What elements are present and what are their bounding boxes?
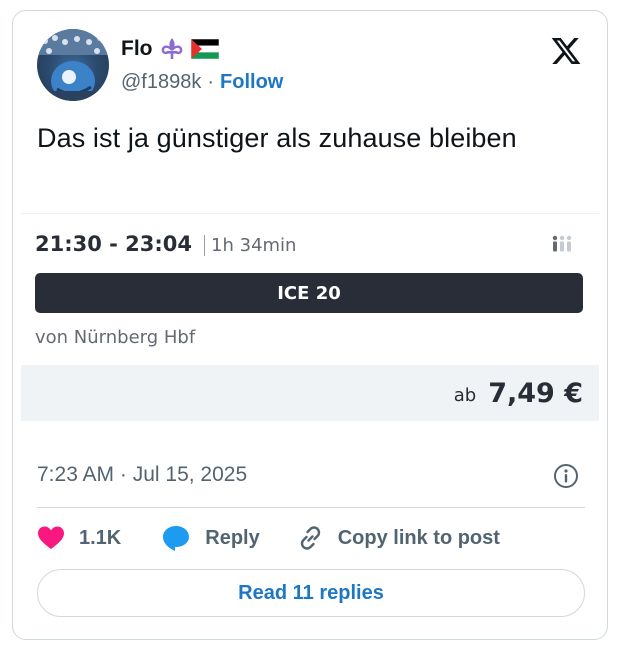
departure-station: von Nürnberg Hbf (35, 327, 196, 348)
copy-link-label: Copy link to post (337, 526, 500, 549)
price-band: ab 7,49 € (21, 365, 599, 421)
tweet-timestamp[interactable]: 7:23 AM · Jul 15, 2025 (37, 463, 247, 487)
tweet-card: Flo @f1898k · Follow Das ist ja günstige… (12, 10, 608, 640)
x-logo-icon[interactable] (549, 35, 583, 67)
price-prefix: ab (453, 384, 477, 406)
embed-divider (21, 213, 599, 214)
departure-arrival-times: 21:30 - 23:04 (35, 232, 193, 256)
palestine-flag-icon (190, 39, 219, 59)
reply-label: Reply (205, 526, 260, 549)
tweet-text: Das ist ja günstiger als zuhause bleiben (37, 123, 517, 153)
like-button[interactable]: 1.1K (37, 525, 121, 551)
train-name-bar: ICE 20 (35, 273, 583, 313)
follow-button[interactable]: Follow (220, 71, 283, 94)
ticket-card[interactable]: 21:30 - 23:04 1h 34min ICE 20 von Nürnbe… (21, 213, 599, 429)
like-count: 1.1K (79, 526, 122, 549)
handle-separator: · (207, 71, 215, 93)
author-name[interactable]: Flo (121, 37, 153, 61)
copy-link-button[interactable]: Copy link to post (296, 524, 500, 552)
action-bar: 1.1K Reply Copy link to post (37, 523, 500, 553)
link-icon (300, 526, 320, 550)
reply-button[interactable]: Reply (161, 524, 260, 552)
actions-divider (37, 507, 585, 508)
reply-bubble-icon (163, 526, 190, 551)
avatar-image (37, 29, 109, 101)
author-handle[interactable]: @f1898k (121, 71, 201, 94)
fleur-de-lis-icon (159, 37, 185, 61)
info-icon[interactable] (553, 463, 579, 489)
read-replies-button[interactable]: Read 11 replies (37, 569, 585, 617)
avatar[interactable] (37, 29, 109, 101)
trip-duration: 1h 34min (204, 235, 296, 256)
ticket-price: 7,49 € (488, 377, 583, 409)
occupancy-icon (551, 233, 573, 255)
heart-icon (38, 526, 64, 549)
